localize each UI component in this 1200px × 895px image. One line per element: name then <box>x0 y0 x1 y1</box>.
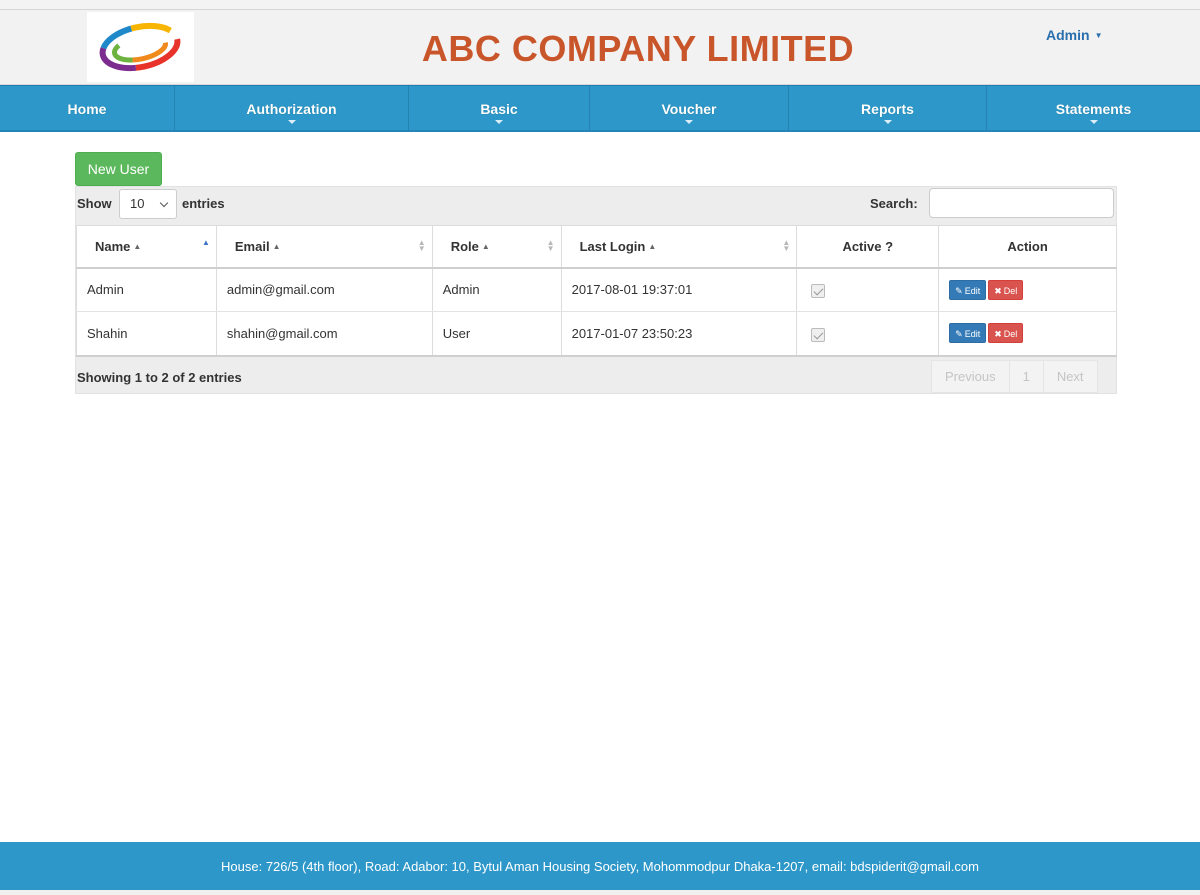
search-input[interactable] <box>929 188 1114 218</box>
browser-bottom-strip <box>0 890 1200 895</box>
page-length-select[interactable]: 10 <box>119 189 177 219</box>
delete-button[interactable]: ✖ Del <box>988 279 1024 300</box>
site-footer: House: 726/5 (4th floor), Road: Adabor: … <box>0 842 1200 890</box>
sort-asc-icon: ▲ <box>648 241 657 251</box>
nav-label: Authorization <box>246 100 337 117</box>
edit-icon: ✎ <box>955 285 963 296</box>
next-page-button[interactable]: Next <box>1042 360 1098 393</box>
sort-icon: ▲ <box>201 238 210 247</box>
chevron-down-icon <box>159 198 169 208</box>
column-header-name[interactable]: Name ▲ ▲ <box>76 225 217 269</box>
users-table: Name ▲ ▲ Email ▲ ▲ ▼ Role ▲ ▲ ▼ Last Login ▲ ▲… <box>76 225 1117 357</box>
previous-page-button[interactable]: Previous <box>931 360 1010 393</box>
table-row: Shahin shahin@gmail.com User 2017-01-07 … <box>76 311 1117 357</box>
company-title: ABC COMPANY LIMITED <box>421 28 855 69</box>
nav-item-voucher[interactable]: Voucher <box>590 86 788 131</box>
table-row: Admin admin@gmail.com Admin 2017-08-01 1… <box>76 267 1117 312</box>
cell-role: User <box>432 311 562 357</box>
nav-label: Basic <box>480 100 518 117</box>
column-header-role[interactable]: Role ▲ ▲ ▼ <box>432 225 562 269</box>
cell-last-login: 2017-08-01 19:37:01 <box>561 267 798 312</box>
dropdown-arrow-icon <box>685 120 693 124</box>
sort-icon: ▲ ▼ <box>782 238 791 253</box>
cell-role: Admin <box>432 267 562 312</box>
column-header-active: Active ? <box>796 225 940 269</box>
dropdown-arrow-icon <box>1089 120 1098 124</box>
column-header-email[interactable]: Email ▲ ▲ ▼ <box>216 225 433 269</box>
company-logo <box>87 12 194 82</box>
edit-icon: ✎ <box>955 329 963 340</box>
pagination: Previous 1 Next <box>931 360 1098 393</box>
page-1-button[interactable]: 1 <box>1008 360 1044 393</box>
cell-action: ✎ Edit ✖ Del <box>938 267 1117 312</box>
dropdown-arrow-icon <box>495 120 503 124</box>
footer-address: House: 726/5 (4th floor), Road: Adabor: … <box>221 858 979 874</box>
cell-action: ✎ Edit ✖ Del <box>938 311 1117 357</box>
cell-active <box>796 311 940 357</box>
page-length-value: 10 <box>130 196 145 211</box>
sort-icon: ▲ ▼ <box>546 238 555 253</box>
close-icon: ✖ <box>994 285 1002 296</box>
sort-asc-icon: ▲ <box>133 241 142 251</box>
main-navbar: Home Authorization Basic Voucher Reports… <box>0 85 1200 132</box>
active-checkbox <box>811 284 826 299</box>
admin-user-menu[interactable]: Admin ▼ <box>1046 27 1102 43</box>
nav-item-basic[interactable]: Basic <box>409 86 589 131</box>
search-label: Search: <box>870 196 918 211</box>
cell-name: Shahin <box>76 311 217 357</box>
nav-label: Home <box>67 100 107 117</box>
column-header-last-login[interactable]: Last Login ▲ ▲ ▼ <box>561 225 798 269</box>
table-info: Showing 1 to 2 of 2 entries <box>77 370 242 385</box>
nav-item-statements[interactable]: Statements <box>987 86 1200 131</box>
edit-button[interactable]: ✎ Edit <box>949 323 987 344</box>
nav-label: Reports <box>861 100 914 117</box>
browser-top-strip <box>0 0 1200 10</box>
column-header-action: Action <box>938 225 1117 269</box>
table-header-row: Name ▲ ▲ Email ▲ ▲ ▼ Role ▲ ▲ ▼ Last Login ▲ ▲… <box>76 225 1117 269</box>
dropdown-arrow-icon <box>287 120 296 124</box>
swirl-logo-icon <box>99 22 181 72</box>
entries-label: entries <box>182 196 225 211</box>
site-header: ABC COMPANY LIMITED Admin ▼ <box>0 10 1200 85</box>
nav-item-home[interactable]: Home <box>0 86 174 131</box>
dropdown-arrow-icon <box>883 120 892 124</box>
sort-asc-icon: ▲ <box>272 241 281 251</box>
edit-button[interactable]: ✎ Edit <box>949 279 987 300</box>
cell-email: admin@gmail.com <box>216 267 433 312</box>
show-label: Show <box>77 196 112 211</box>
caret-down-icon: ▼ <box>1094 31 1103 40</box>
sort-icon: ▲ ▼ <box>417 238 426 253</box>
nav-label: Statements <box>1055 100 1132 117</box>
new-user-button[interactable]: New User <box>75 152 162 186</box>
nav-label: Voucher <box>661 100 717 117</box>
delete-button[interactable]: ✖ Del <box>988 323 1024 344</box>
cell-name: Admin <box>76 267 217 312</box>
cell-last-login: 2017-01-07 23:50:23 <box>561 311 798 357</box>
nav-item-reports[interactable]: Reports <box>789 86 986 131</box>
nav-item-authorization[interactable]: Authorization <box>175 86 408 131</box>
sort-asc-icon: ▲ <box>481 241 490 251</box>
close-icon: ✖ <box>994 329 1002 340</box>
admin-menu-label: Admin <box>1046 27 1090 43</box>
active-checkbox <box>811 327 826 342</box>
cell-active <box>796 267 940 312</box>
cell-email: shahin@gmail.com <box>216 311 433 357</box>
